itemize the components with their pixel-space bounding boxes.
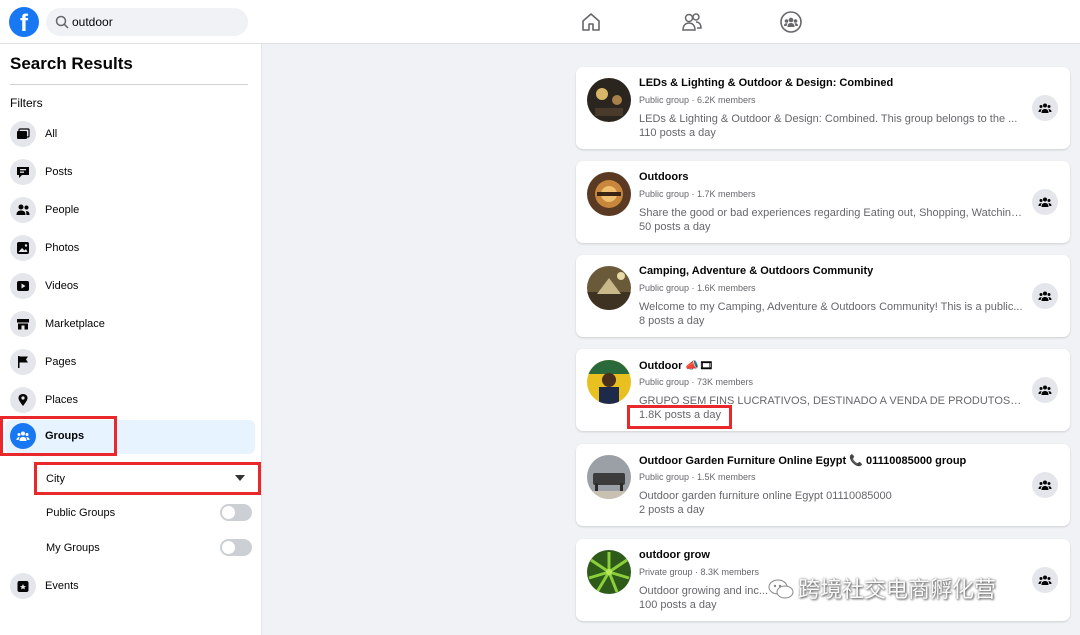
sidebar-item-places[interactable]: Places <box>5 384 255 418</box>
sidebar-item-label: Posts <box>45 166 73 178</box>
group-avatar[interactable] <box>587 266 631 310</box>
my-groups-filter: My Groups <box>37 537 252 559</box>
group-meta: Public group · 1.5K members <box>639 472 756 482</box>
sidebar-item-label: Pages <box>45 356 77 368</box>
sidebar-item-all[interactable]: All <box>5 118 255 152</box>
marketplace-icon <box>10 311 36 337</box>
groups-nav-icon[interactable] <box>779 10 803 34</box>
group-avatar[interactable] <box>587 78 631 122</box>
group-avatar[interactable] <box>587 455 631 499</box>
facebook-logo[interactable]: f <box>9 7 39 37</box>
group-meta: Public group · 1.6K members <box>639 283 756 293</box>
group-description: Share the good or bad experiences regard… <box>639 207 1024 219</box>
group-activity: 50 posts a day <box>639 221 711 233</box>
photos-icon <box>10 235 36 261</box>
search-input[interactable] <box>72 8 242 36</box>
highlight-groups-box <box>0 416 117 456</box>
group-description: Outdoor garden furniture online Egypt 01… <box>639 490 892 502</box>
my-groups-label: My Groups <box>46 542 100 554</box>
groups-join-icon <box>1038 480 1052 490</box>
sidebar-item-label: Videos <box>45 280 79 292</box>
group-description: LEDs & Lighting & Outdoor & Design: Comb… <box>639 113 1018 125</box>
groups-join-icon <box>1038 575 1052 585</box>
group-title[interactable]: Camping, Adventure & Outdoors Community <box>639 265 873 277</box>
public-groups-toggle[interactable] <box>220 504 252 521</box>
highlight-posts-per-day-box <box>627 405 732 429</box>
sidebar-item-label: Marketplace <box>45 318 105 330</box>
friends-icon[interactable] <box>680 10 704 34</box>
all-icon <box>10 121 36 147</box>
sidebar-item-events[interactable]: Events <box>5 570 255 604</box>
group-meta: Public group · 1.7K members <box>639 189 756 199</box>
places-icon <box>10 387 36 413</box>
group-activity: 100 posts a day <box>639 599 717 611</box>
sidebar-item-label: All <box>45 128 58 140</box>
public-groups-filter: Public Groups <box>37 502 252 524</box>
group-description: Welcome to my Camping, Adventure & Outdo… <box>639 301 1023 313</box>
chat-bubbles-icon <box>768 579 794 599</box>
groups-join-icon <box>1038 103 1052 113</box>
logo-letter: f <box>20 10 28 37</box>
group-result-card[interactable]: Camping, Adventure & Outdoors Community … <box>576 255 1070 337</box>
sidebar-item-label: People <box>45 204 80 216</box>
sidebar-item-photos[interactable]: Photos <box>5 232 255 266</box>
group-avatar[interactable] <box>587 550 631 594</box>
toggle-knob <box>222 506 235 519</box>
group-title[interactable]: Outdoor Garden Furniture Online Egypt 📞 … <box>639 454 966 467</box>
public-groups-label: Public Groups <box>46 507 116 519</box>
sidebar-item-label: Places <box>45 394 79 406</box>
join-group-button[interactable] <box>1032 189 1058 215</box>
group-avatar[interactable] <box>587 172 631 216</box>
join-group-button[interactable] <box>1032 377 1058 403</box>
highlight-city-box <box>34 462 261 495</box>
join-group-button[interactable] <box>1032 567 1058 593</box>
group-title[interactable]: LEDs & Lighting & Outdoor & Design: Comb… <box>639 77 893 89</box>
groups-join-icon <box>1038 291 1052 301</box>
search-icon <box>55 15 69 29</box>
videos-icon <box>10 273 36 299</box>
events-icon <box>10 573 36 599</box>
group-result-card[interactable]: Outdoors Public group · 1.7K members Sha… <box>576 161 1070 243</box>
watermark-text: 跨境社交电商孵化营 <box>798 578 997 603</box>
join-group-button[interactable] <box>1032 472 1058 498</box>
sidebar-item-posts[interactable]: Posts <box>5 156 255 190</box>
group-meta: Public group · 73K members <box>639 377 754 387</box>
sidebar-item-pages[interactable]: Pages <box>5 346 255 380</box>
sidebar-item-videos[interactable]: Videos <box>5 270 255 304</box>
sidebar-item-marketplace[interactable]: Marketplace <box>5 308 255 342</box>
my-groups-toggle[interactable] <box>220 539 252 556</box>
people-icon <box>10 197 36 223</box>
toggle-knob <box>222 541 235 554</box>
group-meta: Public group · 6.2K members <box>639 95 756 105</box>
group-title[interactable]: Outdoors <box>639 171 689 183</box>
join-group-button[interactable] <box>1032 283 1058 309</box>
sidebar-divider <box>10 84 248 85</box>
group-result-card[interactable]: Outdoor Garden Furniture Online Egypt 📞 … <box>576 444 1070 526</box>
groups-join-icon <box>1038 197 1052 207</box>
sidebar-item-label: Photos <box>45 242 80 254</box>
groups-join-icon <box>1038 385 1052 395</box>
group-title[interactable]: Outdoor 📣🎞 <box>639 359 713 372</box>
group-activity: 110 posts a day <box>639 127 716 139</box>
pages-icon <box>10 349 36 375</box>
home-icon[interactable] <box>579 10 603 34</box>
watermark: 跨境社交电商孵化营 <box>768 572 996 604</box>
join-group-button[interactable] <box>1032 95 1058 121</box>
sidebar-item-label: Events <box>45 580 79 592</box>
group-activity: 8 posts a day <box>639 315 705 327</box>
group-result-card[interactable]: LEDs & Lighting & Outdoor & Design: Comb… <box>576 67 1070 149</box>
search-filters-sidebar: Search Results Filters All Posts People … <box>0 44 262 635</box>
group-avatar[interactable] <box>587 360 631 404</box>
filters-label: Filters <box>10 96 43 110</box>
posts-icon <box>10 159 36 185</box>
top-navigation-bar: f <box>0 0 1080 44</box>
group-title[interactable]: outdoor grow <box>639 549 710 561</box>
group-meta: Private group · 8.3K members <box>639 567 760 577</box>
group-activity: 2 posts a day <box>639 504 705 516</box>
page-title: Search Results <box>10 54 133 73</box>
sidebar-item-people[interactable]: People <box>5 194 255 228</box>
search-box[interactable] <box>46 8 248 36</box>
